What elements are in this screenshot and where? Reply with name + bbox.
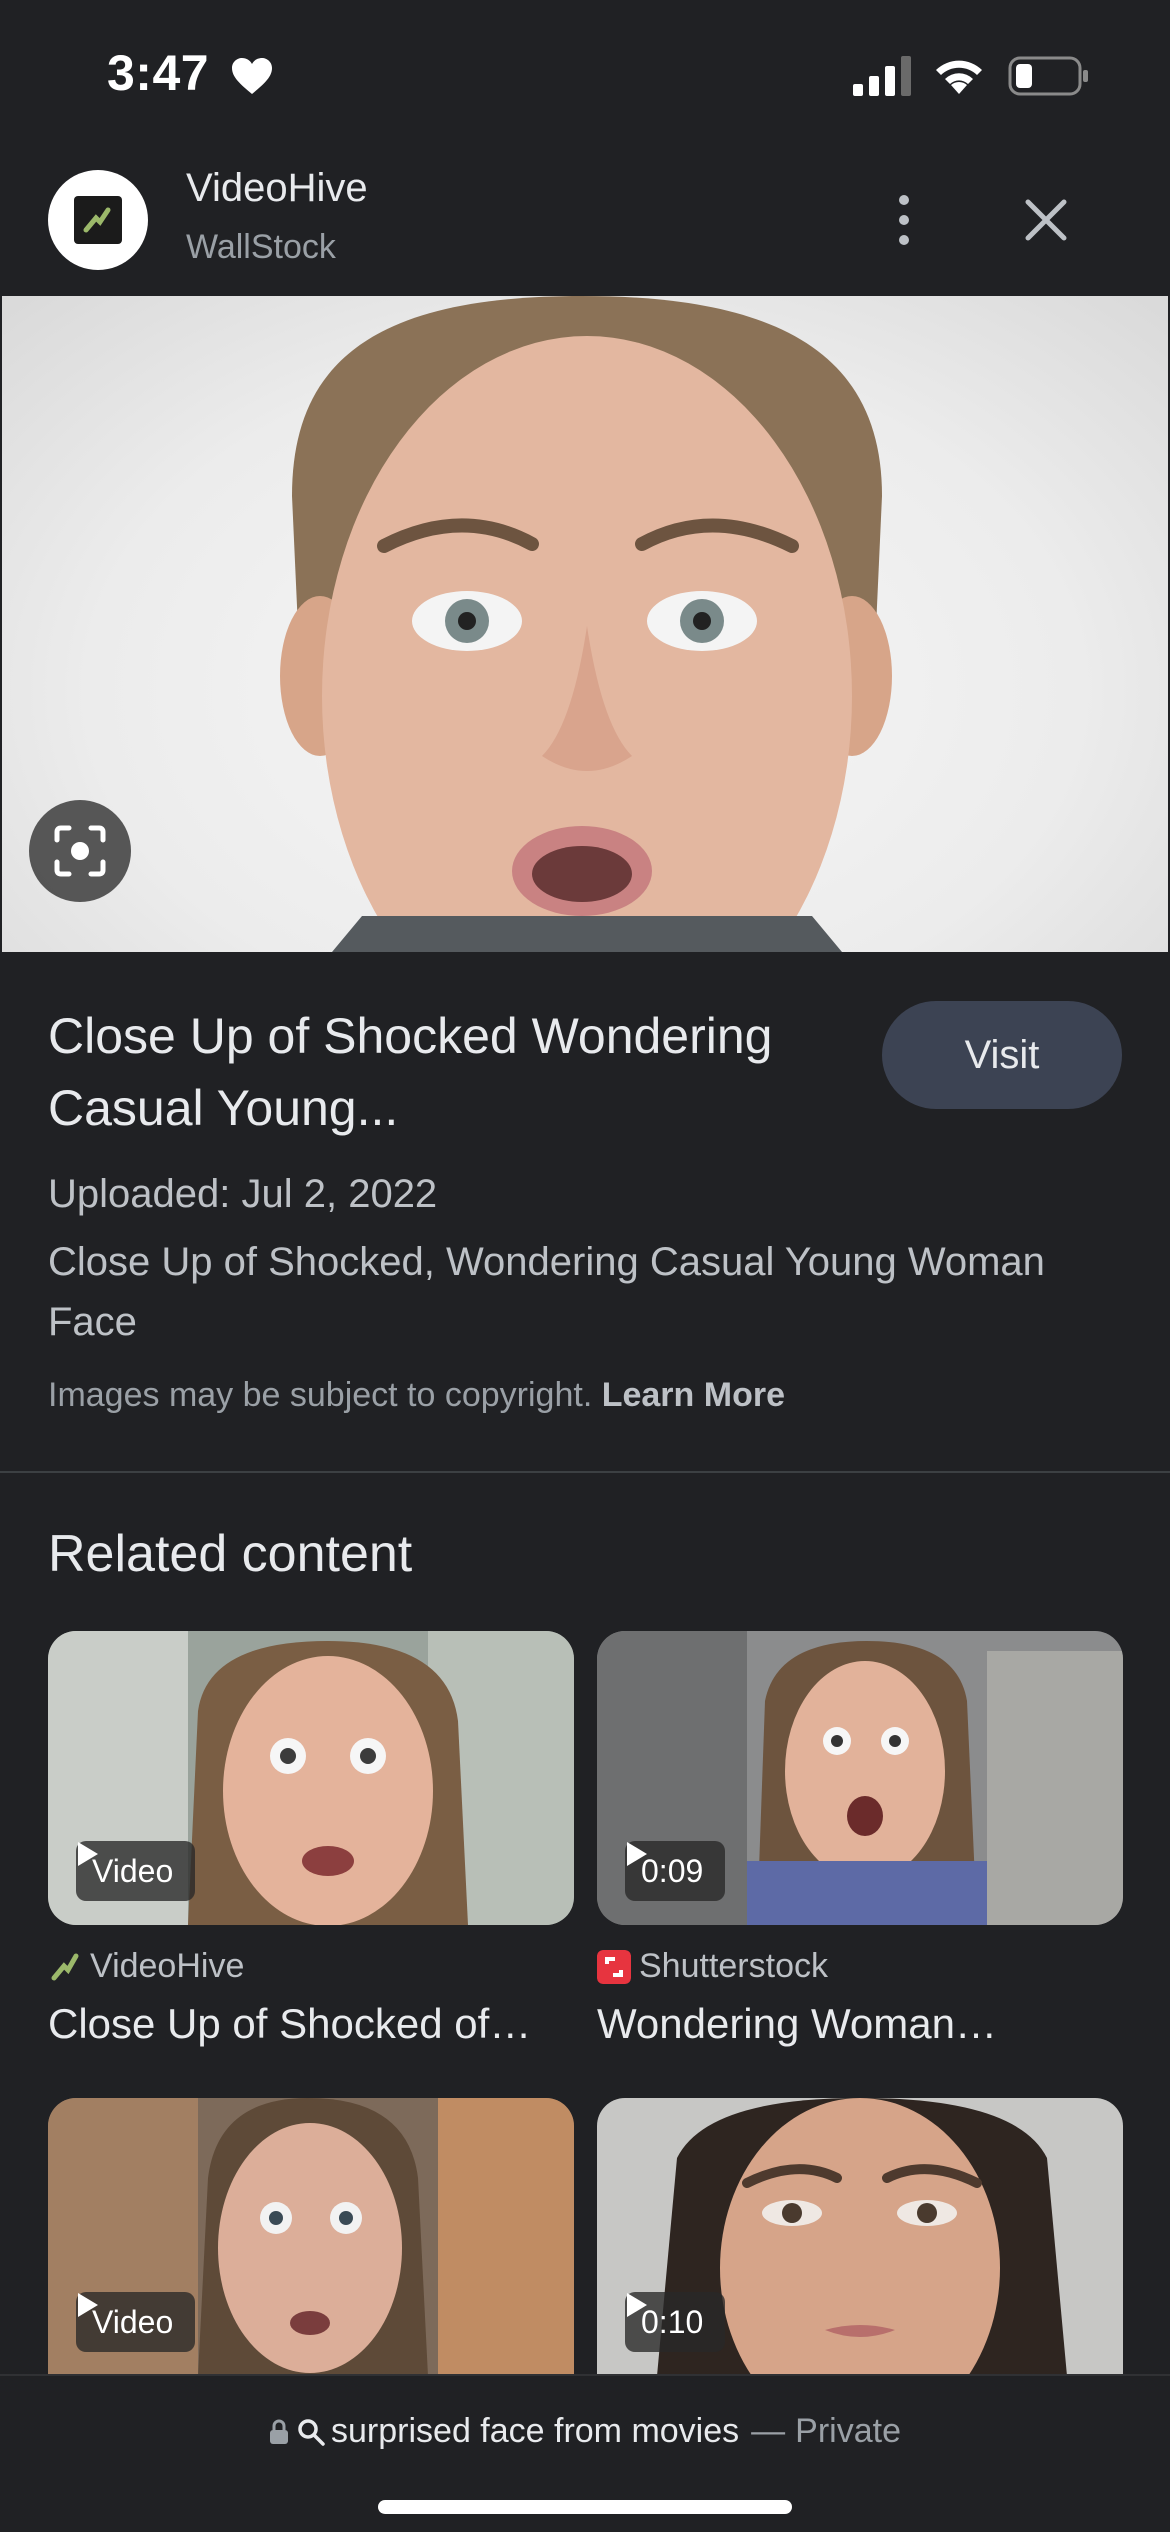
site-subname: WallStock [186,228,336,266]
visit-button[interactable]: Visit [882,1001,1122,1109]
card-source: VideoHive [48,1947,574,1986]
play-icon [627,1842,647,1866]
card-title[interactable]: Close Up of Shocked of… [48,2000,574,2048]
copyright-notice: Images may be subject to copyright. Lear… [48,1376,785,1415]
video-badge: Video [76,1841,196,1901]
card-title[interactable]: Wondering Woman… [597,2000,1123,2048]
divider [0,1471,1170,1473]
video-badge: 0:09 [625,1841,726,1901]
card-source: Shutterstock [597,1947,1123,1986]
site-name[interactable]: VideoHive [186,166,368,211]
wifi-icon [936,60,982,94]
home-indicator[interactable] [378,2500,792,2514]
upload-date: Uploaded: Jul 2, 2022 [48,1172,438,1216]
play-icon [627,2293,647,2317]
video-badge: Video [76,2292,196,2352]
search-icon [298,2418,325,2446]
more-vert-icon[interactable] [880,190,928,250]
address-bar[interactable]: surprised face from movies — Private [0,2374,1170,2532]
related-card[interactable]: Video [48,2098,574,2376]
result-title: Close Up of Shocked Wondering Casual You… [48,1008,773,1136]
badge-label: Video [92,1852,174,1889]
related-thumbnail[interactable]: Video [48,2098,574,2376]
related-content-heading: Related content [48,1525,413,1583]
badge-label: 0:09 [641,1852,704,1889]
address-separator: — [751,2412,786,2450]
video-badge: 0:10 [625,2292,726,2352]
related-thumbnail[interactable]: 0:10 [597,2098,1123,2376]
related-card[interactable]: Video VideoHive Close Up of Shocked of… [48,1631,574,2048]
related-thumbnail[interactable]: Video [48,1631,574,1925]
play-icon [78,1842,98,1866]
close-icon[interactable] [1022,196,1070,244]
source-name: VideoHive [90,1947,245,1985]
site-logo[interactable] [48,170,148,270]
heart-icon [232,58,272,94]
source-name: Shutterstock [639,1947,828,1985]
search-query: surprised face from movies [331,2412,740,2450]
learn-more-link[interactable]: Learn More [602,1376,785,1414]
badge-label: 0:10 [641,2303,704,2340]
woman-face-image [280,296,892,952]
result-description: Close Up of Shocked, Wondering Casual Yo… [48,1240,1045,1344]
related-thumbnail[interactable]: 0:09 [597,1631,1123,1925]
lens-search-button[interactable] [29,800,131,902]
related-card[interactable]: 0:10 [597,2098,1123,2376]
result-header: VideoHive WallStock [0,150,1170,296]
lock-icon [270,2419,289,2444]
cellular-signal-icon [853,56,911,96]
play-icon [78,2293,98,2317]
copyright-text: Images may be subject to copyright. [48,1376,593,1414]
badge-label: Video [92,2303,174,2340]
address-text[interactable]: surprised face from movies — Private [0,2412,1170,2451]
videohive-logo-icon [74,196,122,244]
videohive-icon [51,1953,79,1980]
main-image[interactable] [2,296,1168,952]
lens-search-icon [54,825,106,877]
related-card[interactable]: 0:09 Shutterstock Wondering Woman… [597,1631,1123,2048]
status-bar: 3:47 [0,0,1170,150]
status-time: 3:47 [107,45,210,101]
shutterstock-icon [597,1949,631,1984]
battery-icon [1008,56,1088,96]
private-mode-label: Private [795,2412,901,2450]
